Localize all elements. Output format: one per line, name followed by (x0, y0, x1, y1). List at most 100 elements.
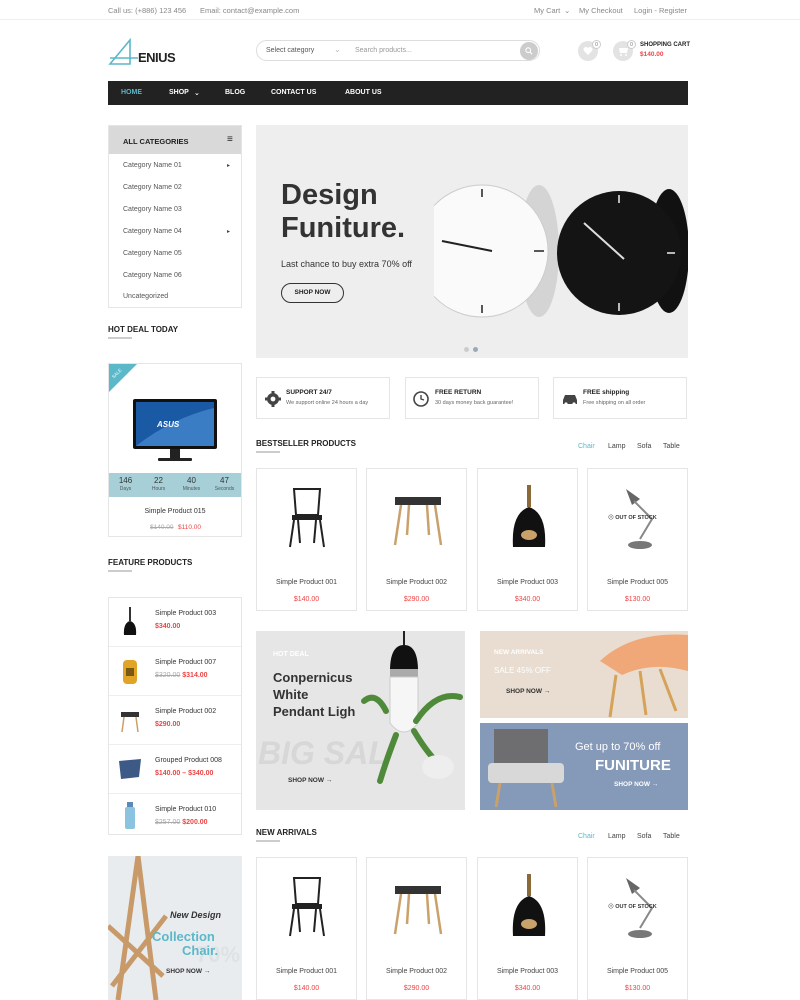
list-item[interactable]: Simple Product 002 $290.00 (109, 696, 241, 745)
lamp-image (123, 607, 137, 635)
product-name: Grouped Product 008 (155, 757, 222, 764)
nav-blog[interactable]: BLOG (225, 89, 245, 96)
category-title: ALL CATEGORIES (123, 137, 189, 146)
product-name[interactable]: Simple Product 015 (109, 508, 241, 515)
shop-now-link[interactable]: SHOP NOW → (506, 688, 550, 695)
product-card[interactable]: Simple Product 003 $340.00 (477, 857, 578, 1000)
gear-icon (265, 391, 281, 407)
search-bar[interactable]: Select category ⌄ Search products... (256, 40, 540, 61)
price: $340.00 (514, 985, 541, 992)
price: $257.00 $200.00 (155, 819, 208, 826)
category-item[interactable]: Category Name 04 (123, 228, 182, 235)
cart-total: $140.00 (640, 51, 664, 58)
product-name: Simple Product 007 (155, 659, 217, 666)
list-item[interactable]: Simple Product 010 $257.00 $200.00 (109, 794, 241, 843)
timer-hours: 22 Hours (151, 476, 166, 492)
shop-now-link[interactable]: SHOP NOW → (288, 777, 332, 784)
logo-text: ENIUS (138, 50, 176, 65)
product-name: Simple Product 002 (385, 968, 448, 975)
tab-sofa[interactable]: Sofa (637, 443, 651, 450)
promo-line1: New Design (170, 910, 222, 920)
list-item[interactable]: Simple Product 007 $320.00 $314.00 (109, 647, 241, 696)
clock-icon (413, 391, 429, 407)
search-button[interactable] (520, 42, 538, 60)
product-card[interactable]: Simple Product 002 $290.00 (366, 468, 467, 611)
new-arrivals-banner[interactable]: NEW ARRIVALS SALE 45% OFF SHOP NOW → (480, 631, 688, 718)
my-checkout-link[interactable]: My Checkout (579, 6, 623, 15)
new-arrivals-title: NEW ARRIVALS (256, 828, 317, 837)
hero-slider[interactable]: Design Funiture. Last chance to buy extr… (256, 125, 688, 358)
shop-now-link[interactable]: SHOP NOW → (166, 968, 210, 975)
bottle-image (125, 802, 135, 829)
collection-promo[interactable]: 70% New Design Collection Chair. SHOP NO… (108, 856, 242, 1000)
product-name: Simple Product 002 (385, 579, 448, 586)
product-card[interactable]: Simple Product 001 $140.00 (256, 468, 357, 611)
chevron-right-icon: ▸ (227, 163, 231, 169)
nav-about[interactable]: ABOUT US (345, 89, 382, 96)
category-item[interactable]: Category Name 03 (123, 206, 182, 213)
category-item[interactable]: Category Name 01 (123, 162, 182, 169)
tab-table[interactable]: Table (663, 833, 680, 840)
category-item[interactable]: Uncategorized (123, 293, 168, 300)
email-text: Email: contact@example.com (200, 6, 300, 15)
tab-chair[interactable]: Chair (578, 833, 595, 840)
feature-subtitle: We support online 24 hours a day (286, 400, 369, 406)
category-menu: ALL CATEGORIES ≡ Category Name 01 ▸ Cate… (108, 125, 242, 308)
hero-shop-now-button[interactable]: SHOP NOW (281, 283, 344, 303)
search-category-select[interactable]: Select category (266, 47, 314, 54)
tab-lamp[interactable]: Lamp (608, 833, 626, 840)
tab-sofa[interactable]: Sofa (637, 833, 651, 840)
bestseller-title: BESTSELLER PRODUCTS (256, 439, 357, 448)
slider-dot[interactable] (464, 347, 469, 352)
feature-subtitle: Free shipping on all order (583, 400, 646, 406)
hot-deal-banner[interactable]: BIG SAL HOT DEAL Conpernicus White Penda… (256, 631, 465, 810)
promo-line2: Collection (152, 929, 215, 944)
nav-home[interactable]: HOME (121, 89, 142, 96)
section-divider (108, 570, 132, 572)
chevron-icon: ⌄ (334, 45, 341, 54)
my-cart-link[interactable]: My Cart (534, 6, 560, 15)
price: $290.00 (403, 985, 430, 992)
out-of-stock-label: ☹ OUT OF STOCK (608, 515, 657, 521)
slider-dot-active[interactable] (473, 347, 478, 352)
product-card[interactable]: ☹ OUT OF STOCK Simple Product 005 $130.0… (587, 468, 688, 611)
search-input[interactable]: Search products... (355, 47, 412, 54)
sad-face-icon: ☹ (608, 515, 614, 521)
backpack-image (123, 660, 137, 684)
category-item[interactable]: Category Name 06 (123, 272, 182, 279)
nav-shop[interactable]: SHOP (169, 89, 189, 96)
category-item[interactable]: Category Name 02 (123, 184, 182, 191)
banner-tag: NEW ARRIVALS (494, 649, 544, 656)
main-nav: HOME SHOP ⌄ BLOG CONTACT US ABOUT US (108, 81, 688, 105)
cart-label: SHOPPING CART (640, 42, 691, 48)
shop-now-link[interactable]: SHOP NOW → (614, 781, 658, 788)
timer-seconds: 47 Seconds (214, 476, 235, 492)
login-register-link[interactable]: Login - Register (634, 6, 687, 15)
product-card[interactable]: Simple Product 002 $290.00 (366, 857, 467, 1000)
list-item[interactable]: Simple Product 003 $340.00 (109, 598, 241, 647)
product-card[interactable]: Simple Product 001 $140.00 (256, 857, 357, 1000)
countdown-timer: 146 Days 22 Hours 40 Minutes 47 Seconds (109, 473, 241, 497)
tab-chair[interactable]: Chair (578, 443, 595, 450)
monitor-image (133, 399, 217, 461)
list-item[interactable]: Grouped Product 008 $140.00 – $340.00 (109, 745, 241, 794)
pendant-lamp-image (361, 631, 463, 784)
product-name: Simple Product 010 (155, 806, 217, 813)
feature-return: FREE RETURN 30 days money back guarantee… (405, 377, 539, 419)
price: $340.00 (155, 623, 181, 630)
sale-banner[interactable]: Get up to 70% off FUNITURE SHOP NOW → (480, 723, 688, 810)
hot-deal-card[interactable]: SALE ASUS 146 Days 22 Hours 40 Minutes 47 Se… (108, 363, 242, 537)
chair-image (289, 488, 325, 548)
chevron-down-icon: ⌄ (564, 6, 571, 15)
product-name: Simple Product 005 (606, 968, 669, 975)
menu-icon[interactable]: ≡ (227, 134, 233, 145)
tab-lamp[interactable]: Lamp (608, 443, 626, 450)
feature-title: SUPPORT 24/7 (286, 389, 332, 396)
tab-table[interactable]: Table (663, 443, 680, 450)
category-item[interactable]: Category Name 05 (123, 250, 182, 257)
product-card[interactable]: Simple Product 003 $340.00 (477, 468, 578, 611)
product-card[interactable]: ☹ OUT OF STOCK Simple Product 005 $130.0… (587, 857, 688, 1000)
feature-products-list: Simple Product 003 $340.00 Simple Produc… (108, 597, 242, 835)
category-header[interactable]: ALL CATEGORIES ≡ (109, 126, 241, 154)
nav-contact[interactable]: CONTACT US (271, 89, 316, 96)
